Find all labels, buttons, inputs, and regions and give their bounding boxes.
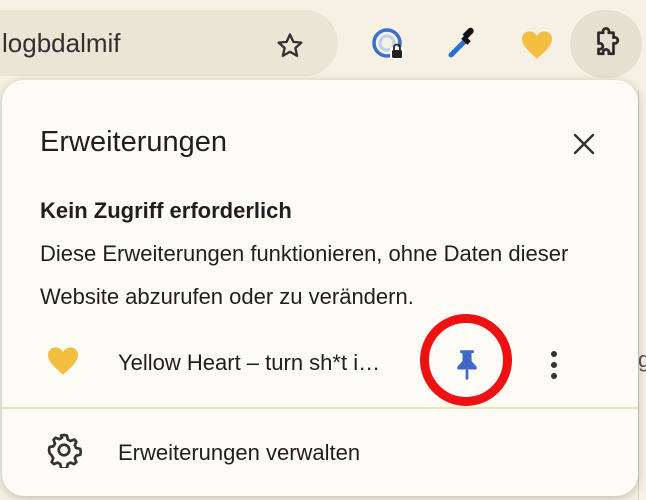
section-heading: Kein Zugriff erforderlich xyxy=(40,198,292,223)
section-description: Diese Erweiterungen funktionieren, ohne … xyxy=(40,241,569,309)
extension-row[interactable]: Yellow Heart – turn sh*t i… xyxy=(2,314,638,406)
star-icon[interactable] xyxy=(268,24,312,68)
background-page-edge xyxy=(638,90,646,500)
divider xyxy=(2,407,638,409)
browser-toolbar: logbdalmif xyxy=(0,0,646,90)
pin-icon[interactable] xyxy=(444,342,490,388)
extension-name: Yellow Heart – turn sh*t i… xyxy=(118,350,381,375)
gear-icon xyxy=(46,432,84,470)
close-icon[interactable] xyxy=(562,122,606,166)
extensions-puzzle-icon[interactable] xyxy=(570,10,642,78)
yellow-heart-icon xyxy=(46,346,86,382)
yellow-heart-icon[interactable] xyxy=(514,22,560,68)
address-bar-text: logbdalmif xyxy=(2,28,121,58)
popup-title: Erweiterungen xyxy=(40,126,227,158)
background-page-fragment: g xyxy=(638,347,646,372)
eyedropper-icon[interactable] xyxy=(440,20,486,66)
manage-extensions-button[interactable]: Erweiterungen verwalten xyxy=(2,428,638,476)
more-options-icon[interactable] xyxy=(536,342,572,388)
site-permissions-icon[interactable] xyxy=(366,22,412,68)
extensions-popup: Erweiterungen Kein Zugriff erforderlich … xyxy=(2,80,638,496)
manage-extensions-label: Erweiterungen verwalten xyxy=(118,440,361,465)
